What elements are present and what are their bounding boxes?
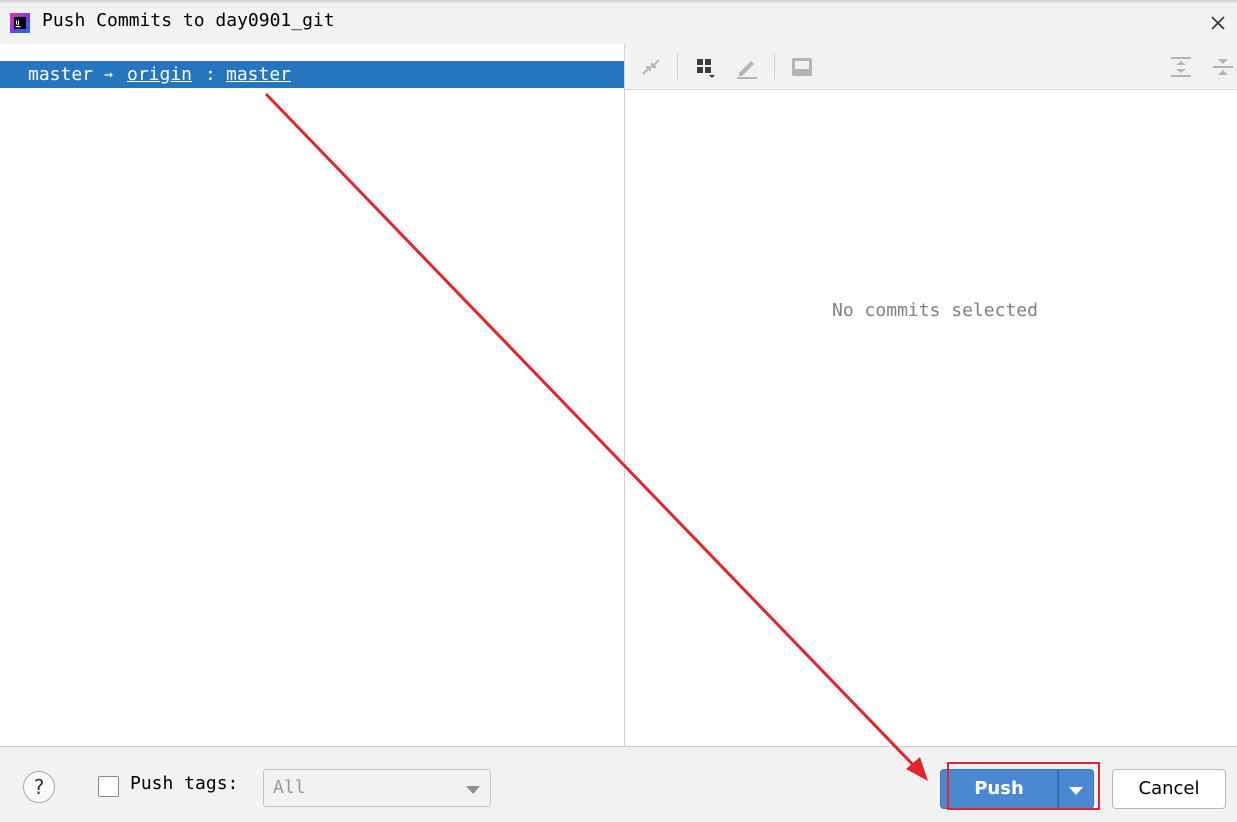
- push-tags-label: Push tags:: [130, 773, 239, 794]
- empty-state-message: No commits selected: [832, 300, 1038, 321]
- help-button[interactable]: ?: [23, 771, 55, 803]
- branch-separator: :: [205, 64, 216, 85]
- remote-branch-link[interactable]: master: [226, 61, 291, 88]
- remote-link[interactable]: origin: [127, 61, 192, 88]
- commit-details-panel: No commits selected: [625, 44, 1237, 746]
- dialog-footer: ? Push tags: All Push Cancel: [0, 746, 1237, 822]
- push-tags-select-value: All: [273, 777, 306, 798]
- push-tags-checkbox[interactable]: [98, 776, 119, 797]
- edit-icon[interactable]: [734, 54, 760, 80]
- group-by-icon[interactable]: [693, 54, 719, 80]
- details-toolbar: [625, 44, 1237, 90]
- push-tags-select[interactable]: All: [263, 769, 491, 807]
- collapse-icon[interactable]: [638, 54, 664, 80]
- close-icon[interactable]: [1206, 11, 1230, 35]
- push-tree-panel: master → origin : master: [0, 44, 624, 746]
- intellij-idea-icon: IJ: [10, 13, 30, 33]
- collapse-all-icon[interactable]: [1210, 54, 1236, 80]
- branch-row[interactable]: master → origin : master: [0, 61, 624, 88]
- chevron-down-icon: [466, 786, 480, 794]
- local-branch-label: master: [28, 64, 94, 85]
- annotation-highlight-box: [947, 762, 1100, 810]
- title-bar-edge: [0, 0, 1237, 4]
- title-bar: IJ Push Commits to day0901_git: [0, 0, 1237, 44]
- branch-arrow: →: [104, 65, 114, 83]
- preview-icon[interactable]: [789, 54, 815, 80]
- dialog-title: Push Commits to day0901_git: [42, 10, 335, 31]
- svg-text:IJ: IJ: [16, 21, 20, 27]
- cancel-button[interactable]: Cancel: [1112, 769, 1226, 809]
- expand-all-icon[interactable]: [1168, 54, 1194, 80]
- toolbar-separator: [677, 53, 678, 79]
- toolbar-separator: [774, 53, 775, 79]
